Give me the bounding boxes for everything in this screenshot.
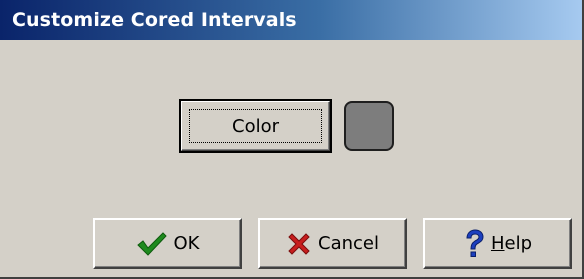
red-x-icon: [286, 231, 312, 257]
focus-rectangle: Color: [189, 109, 322, 143]
color-swatch[interactable]: [344, 101, 394, 151]
ok-button[interactable]: OK: [93, 218, 242, 269]
checkmark-icon: [136, 230, 168, 258]
dialog-window: Customize Cored Intervals Color OK Cance…: [0, 0, 584, 279]
cancel-button[interactable]: Cancel: [258, 218, 407, 269]
cancel-button-label: Cancel: [318, 233, 379, 254]
color-button-label: Color: [232, 115, 279, 137]
dialog-body: Color OK Cancel Help: [0, 40, 582, 277]
question-mark-icon: [463, 228, 485, 259]
title-bar[interactable]: Customize Cored Intervals: [0, 0, 582, 40]
help-button[interactable]: Help: [423, 218, 572, 269]
help-button-label: Help: [491, 233, 532, 254]
help-label-rest: elp: [504, 233, 533, 254]
ok-button-label: OK: [173, 233, 200, 254]
color-button[interactable]: Color: [179, 99, 332, 153]
dialog-title: Customize Cored Intervals: [12, 9, 297, 31]
help-mnemonic: H: [490, 233, 505, 254]
